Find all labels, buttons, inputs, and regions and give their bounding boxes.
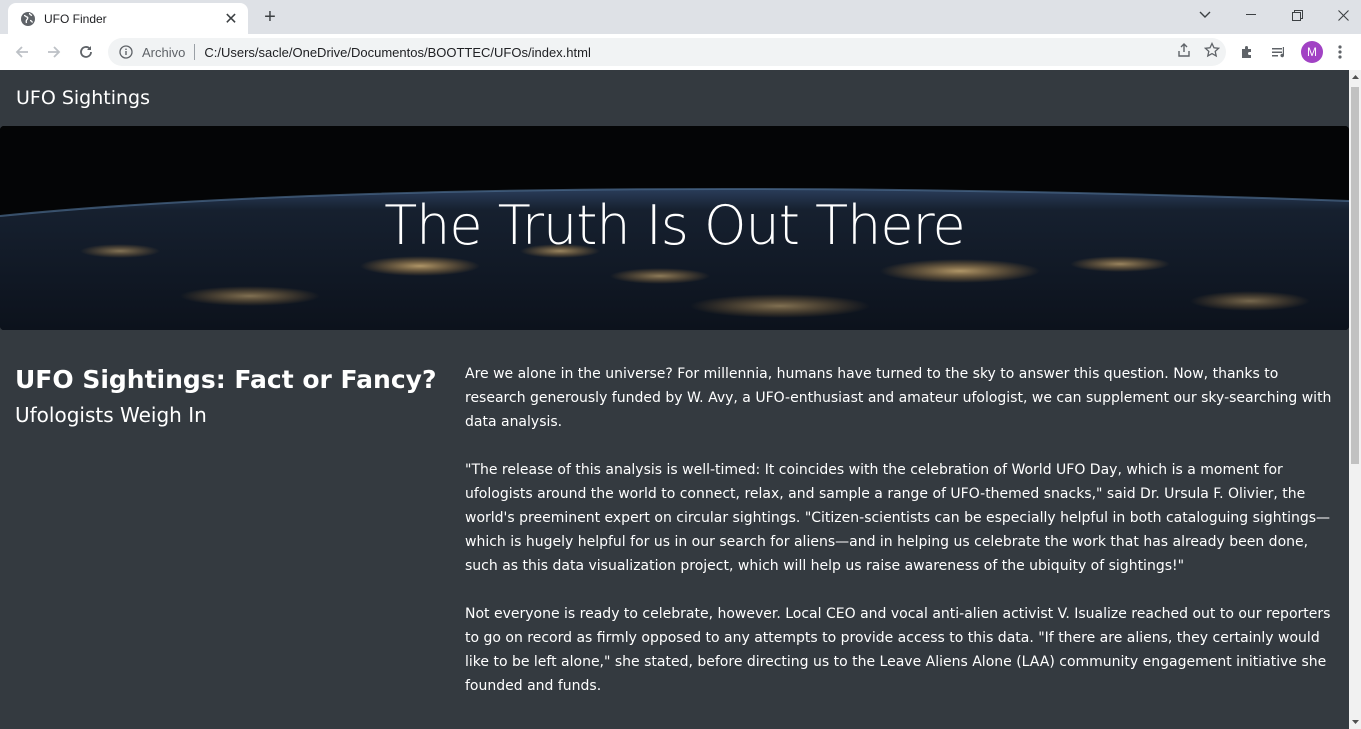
web-page: UFO Sightings The Truth Is Out There UFO… <box>0 70 1349 729</box>
minimize-icon[interactable] <box>1228 0 1274 30</box>
close-tab-icon[interactable]: ✕ <box>222 9 240 28</box>
bookmark-star-icon[interactable] <box>1203 41 1221 62</box>
article-paragraph: Are we alone in the universe? For millen… <box>465 366 1332 430</box>
tab-title: UFO Finder <box>44 11 107 26</box>
back-arrow-icon[interactable] <box>8 38 36 66</box>
tab-search-icon[interactable] <box>1182 0 1228 30</box>
scroll-up-arrow-icon[interactable] <box>1349 70 1361 84</box>
page-scrollbar[interactable] <box>1349 70 1361 729</box>
menu-kebab-icon[interactable] <box>1338 38 1342 66</box>
avatar[interactable]: M <box>1301 41 1323 63</box>
article-headline: UFO Sightings: Fact or Fancy? <box>15 365 437 394</box>
scroll-thumb[interactable] <box>1351 87 1359 464</box>
scroll-down-arrow-icon[interactable] <box>1349 715 1361 729</box>
article-subheadline: Ufologists Weigh In <box>15 403 207 427</box>
article-paragraph: "The release of this analysis is well-ti… <box>465 462 1331 574</box>
hero-banner: The Truth Is Out There <box>0 126 1349 330</box>
article-body: Are we alone in the universe? For millen… <box>465 362 1337 722</box>
profile-avatar[interactable]: M <box>1301 38 1323 66</box>
globe-icon <box>20 11 36 27</box>
article-heading-column: UFO Sightings: Fact or Fancy? Ufologists… <box>15 362 445 430</box>
new-tab-button[interactable]: + <box>258 5 282 29</box>
omnibox-actions <box>1176 38 1221 66</box>
security-chip[interactable]: Archivo <box>142 45 185 60</box>
media-queue-icon[interactable] <box>1270 38 1288 66</box>
hero-title: The Truth Is Out There <box>384 194 966 257</box>
omnibox-divider <box>194 44 196 60</box>
url-text[interactable]: C:/Users/sacle/OneDrive/Documentos/BOOTT… <box>204 45 591 60</box>
address-bar[interactable]: Archivo C:/Users/sacle/OneDrive/Document… <box>108 38 1226 66</box>
browser-toolbar: Archivo C:/Users/sacle/OneDrive/Document… <box>0 34 1361 70</box>
reload-icon[interactable] <box>72 38 100 66</box>
navbar-brand[interactable]: UFO Sightings <box>16 87 150 109</box>
browser-tab[interactable]: UFO Finder ✕ <box>8 3 248 34</box>
close-window-icon[interactable] <box>1320 0 1361 30</box>
restore-icon[interactable] <box>1274 0 1320 30</box>
article-paragraph: Not everyone is ready to celebrate, howe… <box>465 606 1331 694</box>
share-icon[interactable] <box>1176 42 1192 62</box>
extensions-icon[interactable] <box>1238 38 1256 66</box>
tab-strip: UFO Finder ✕ + <box>0 0 1361 34</box>
forward-arrow-icon[interactable] <box>40 38 68 66</box>
info-icon[interactable] <box>118 44 134 60</box>
